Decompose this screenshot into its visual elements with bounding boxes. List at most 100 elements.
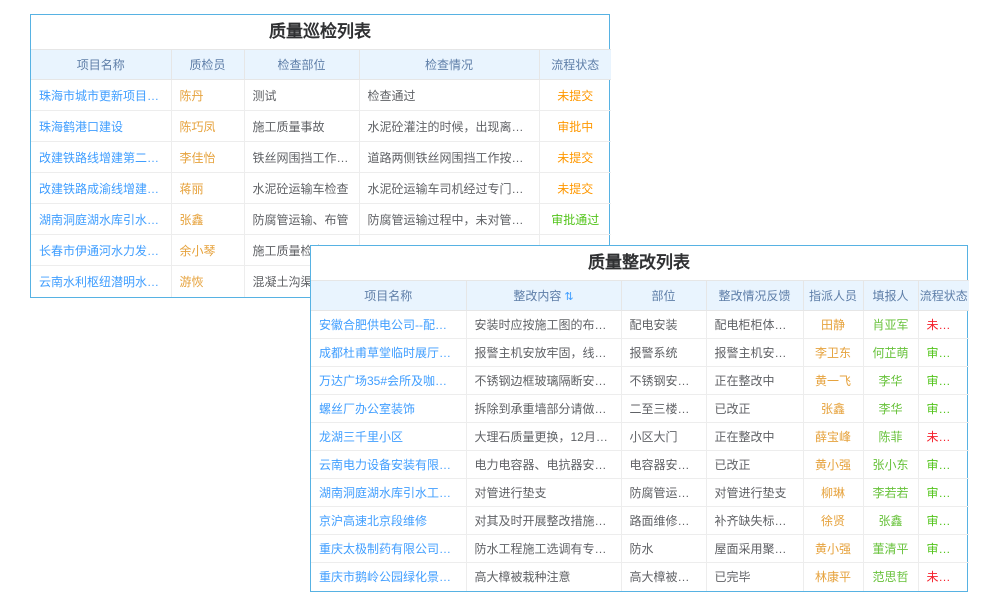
assignee-name: 李卫东 [803, 339, 863, 367]
assignee-name: 徐贤 [803, 507, 863, 535]
table-row: 湖南洞庭湖水库引水工...张鑫防腐管运输、布管防腐管运输过程中，未对管进行...… [31, 204, 611, 235]
rectify-feedback: 补齐缺失标志... [706, 507, 803, 535]
rectify-col-content-label: 整改内容 [513, 289, 561, 303]
rectify-col-reporter: 填报人 [863, 281, 918, 311]
rectify-col-feedback: 整改情况反馈 [706, 281, 803, 311]
reporter-name: 陈菲 [863, 423, 918, 451]
reporter-name: 范思哲 [863, 563, 918, 591]
status-badge: 审批通过 [918, 535, 969, 563]
rectify-feedback: 对管进行垫支 [706, 479, 803, 507]
project-name-link[interactable]: 珠海市城市更新项目紫... [31, 80, 171, 111]
project-name-link[interactable]: 重庆市鹅岭公园绿化景观提升... [311, 563, 466, 591]
project-name-link[interactable]: 湖南洞庭湖水库引水工... [31, 204, 171, 235]
inspection-col-inspector: 质检员 [171, 50, 244, 80]
inspector-name: 李佳怡 [171, 142, 244, 173]
status-badge: 未提交 [918, 423, 969, 451]
inspection-header-row: 项目名称 质检员 检查部位 检查情况 流程状态 [31, 50, 611, 80]
status-badge: 审批通过 [918, 367, 969, 395]
project-name-link[interactable]: 重庆太极制药有限公司亳州中... [311, 535, 466, 563]
rectify-content: 安装时应按施工图的布置，将... [466, 311, 621, 339]
reporter-name: 李华 [863, 395, 918, 423]
rectify-part: 不锈钢安装... [621, 367, 706, 395]
rectify-content: 防水工程施工选调有专业资质... [466, 535, 621, 563]
inspection-panel-title: 质量巡检列表 [31, 15, 609, 49]
rectify-feedback: 配电柜柜体与... [706, 311, 803, 339]
rectify-content: 高大樟被栽种注意 [466, 563, 621, 591]
inspector-name: 余小琴 [171, 235, 244, 266]
inspector-name: 游恢 [171, 266, 244, 297]
rectify-part: 报警系统 [621, 339, 706, 367]
project-name-link[interactable]: 改建铁路线增建第二线... [31, 142, 171, 173]
project-name-link[interactable]: 云南电力设备安装有限公司20... [311, 451, 466, 479]
reporter-name: 张鑫 [863, 507, 918, 535]
status-badge: 审批通过 [918, 479, 969, 507]
assignee-name: 黄小强 [803, 451, 863, 479]
status-badge: 未提交 [539, 142, 611, 173]
rectify-content: 不锈钢边框玻璃隔断安装不牢... [466, 367, 621, 395]
rectify-content: 对管进行垫支 [466, 479, 621, 507]
rectify-part: 路面维修检... [621, 507, 706, 535]
sort-icon[interactable]: ⇅ [564, 291, 573, 303]
project-name-link[interactable]: 螺丝厂办公室装饰 [311, 395, 466, 423]
rectify-feedback: 正在整改中 [706, 367, 803, 395]
table-row: 湖南洞庭湖水库引水工程施工...对管进行垫支防腐管运输...对管进行垫支柳琳李若… [311, 479, 969, 507]
inspection-situation: 道路两侧铁丝网围挡工作按设计... [359, 142, 539, 173]
table-row: 安徽合肥供电公司--配电设备...安装时应按施工图的布置，将...配电安装配电柜… [311, 311, 969, 339]
rectify-content: 对其及时开展整改措施，桥头... [466, 507, 621, 535]
project-name-link[interactable]: 万达广场35#会所及咖啡厅空... [311, 367, 466, 395]
status-badge: 审批通过 [539, 204, 611, 235]
project-name-link[interactable]: 成都杜甫草堂临时展厅独立展... [311, 339, 466, 367]
status-badge: 未提交 [918, 311, 969, 339]
status-badge: 审批通过 [918, 339, 969, 367]
inspection-situation: 水泥砼灌注的时候，出现离析现象 [359, 111, 539, 142]
project-name-link[interactable]: 云南水利枢纽潜明水库... [31, 266, 171, 297]
table-row: 万达广场35#会所及咖啡厅空...不锈钢边框玻璃隔断安装不牢...不锈钢安装..… [311, 367, 969, 395]
inspection-part: 铁丝网围挡工作检查 [244, 142, 359, 173]
rectify-content: 电力电容器、电抗器安装方案,... [466, 451, 621, 479]
table-row: 改建铁路线增建第二线...李佳怡铁丝网围挡工作检查道路两侧铁丝网围挡工作按设计.… [31, 142, 611, 173]
assignee-name: 张鑫 [803, 395, 863, 423]
reporter-name: 张小东 [863, 451, 918, 479]
rectify-part: 配电安装 [621, 311, 706, 339]
inspector-name: 陈丹 [171, 80, 244, 111]
rectify-feedback: 正在整改中 [706, 423, 803, 451]
reporter-name: 何芷萌 [863, 339, 918, 367]
status-badge: 审批中 [539, 111, 611, 142]
rectify-feedback: 已改正 [706, 451, 803, 479]
inspection-col-situation: 检查情况 [359, 50, 539, 80]
reporter-name: 李若若 [863, 479, 918, 507]
table-row: 螺丝厂办公室装饰拆除到承重墙部分请做好加固...二至三楼混...已改正张鑫李华审… [311, 395, 969, 423]
status-badge: 审批通过 [918, 395, 969, 423]
table-row: 重庆太极制药有限公司亳州中...防水工程施工选调有专业资质...防水屋面采用聚氨… [311, 535, 969, 563]
rectify-part: 二至三楼混... [621, 395, 706, 423]
assignee-name: 田静 [803, 311, 863, 339]
rectify-col-content[interactable]: 整改内容⇅ [466, 281, 621, 311]
rectify-col-project: 项目名称 [311, 281, 466, 311]
inspection-col-status: 流程状态 [539, 50, 611, 80]
rectify-panel-title: 质量整改列表 [311, 246, 967, 280]
inspection-part: 测试 [244, 80, 359, 111]
inspection-part: 施工质量事故 [244, 111, 359, 142]
rectify-part: 防腐管运输... [621, 479, 706, 507]
project-name-link[interactable]: 湖南洞庭湖水库引水工程施工... [311, 479, 466, 507]
project-name-link[interactable]: 改建铁路成渝线增建第... [31, 173, 171, 204]
assignee-name: 黄一飞 [803, 367, 863, 395]
reporter-name: 肖亚军 [863, 311, 918, 339]
rectify-feedback: 已改正 [706, 395, 803, 423]
project-name-link[interactable]: 长春市伊通河水力发电... [31, 235, 171, 266]
inspection-situation: 防腐管运输过程中，未对管进行... [359, 204, 539, 235]
rectify-table: 项目名称 整改内容⇅ 部位 整改情况反馈 指派人员 填报人 流程状态 安徽合肥供… [311, 280, 969, 591]
table-row: 龙湖三千里小区大理石质量更换，12月31日之...小区大门正在整改中薛宝峰陈菲未… [311, 423, 969, 451]
project-name-link[interactable]: 安徽合肥供电公司--配电设备... [311, 311, 466, 339]
inspector-name: 陈巧凤 [171, 111, 244, 142]
inspection-situation: 水泥砼运输车司机经过专门培训... [359, 173, 539, 204]
table-row: 珠海鹤港口建设陈巧凤施工质量事故水泥砼灌注的时候，出现离析现象审批中 [31, 111, 611, 142]
reporter-name: 李华 [863, 367, 918, 395]
project-name-link[interactable]: 京沪高速北京段维修 [311, 507, 466, 535]
inspector-name: 张鑫 [171, 204, 244, 235]
assignee-name: 黄小强 [803, 535, 863, 563]
project-name-link[interactable]: 龙湖三千里小区 [311, 423, 466, 451]
table-row: 云南电力设备安装有限公司20...电力电容器、电抗器安装方案,...电容器安装.… [311, 451, 969, 479]
status-badge: 未提交 [539, 80, 611, 111]
project-name-link[interactable]: 珠海鹤港口建设 [31, 111, 171, 142]
